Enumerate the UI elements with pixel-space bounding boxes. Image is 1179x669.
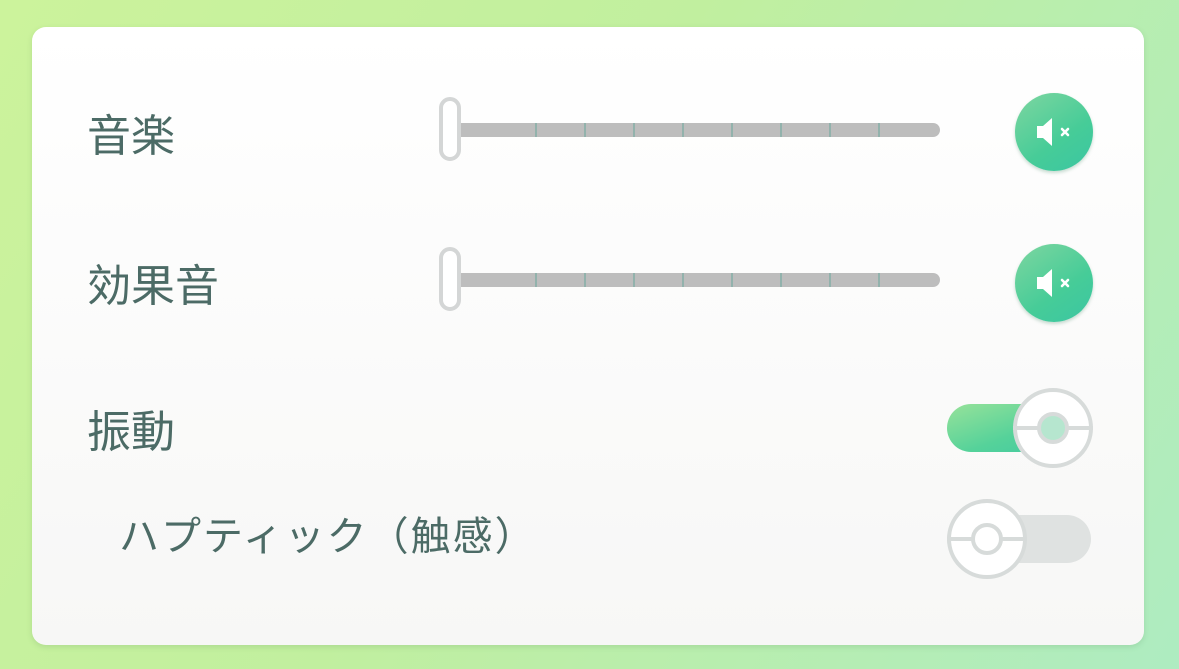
slider-tick (682, 123, 684, 137)
slider-tick (878, 273, 880, 287)
slider-thumb[interactable] (439, 97, 461, 161)
sound-effects-mute-button[interactable] (1015, 244, 1093, 322)
slider-tick (535, 123, 537, 137)
slider-tick (633, 123, 635, 137)
slider-tick (584, 123, 586, 137)
slider-tick (584, 273, 586, 287)
slider-tick (780, 273, 782, 287)
slider-tick (731, 123, 733, 137)
slider-tick (535, 273, 537, 287)
slider-track[interactable] (451, 123, 940, 137)
slider-tick (878, 123, 880, 137)
slider-track[interactable] (451, 273, 940, 287)
vibration-toggle[interactable] (947, 388, 1097, 468)
speaker-muted-icon (1037, 118, 1070, 146)
music-volume-slider[interactable] (437, 97, 940, 171)
slider-tick (731, 273, 733, 287)
slider-tick (633, 273, 635, 287)
music-mute-button[interactable] (1015, 93, 1093, 171)
slider-tick (682, 273, 684, 287)
vibration-label: 振動 (87, 407, 175, 458)
haptic-toggle[interactable] (947, 499, 1097, 579)
slider-tick (829, 273, 831, 287)
slider-tick (780, 123, 782, 137)
slider-tick (829, 123, 831, 137)
knob-center-dot (971, 523, 1003, 555)
sound-effects-volume-slider[interactable] (437, 247, 940, 321)
slider-thumb[interactable] (439, 247, 461, 311)
toggle-knob[interactable] (947, 499, 1027, 579)
sound-effects-label: 効果音 (87, 261, 219, 312)
settings-panel: 音楽 効果音 振動 ハプティック（触感） (32, 27, 1144, 645)
music-label: 音楽 (87, 111, 175, 162)
toggle-knob[interactable] (1013, 388, 1093, 468)
knob-center-dot (1037, 412, 1069, 444)
haptic-label: ハプティック（触感） (119, 514, 537, 560)
speaker-muted-icon (1037, 269, 1070, 297)
